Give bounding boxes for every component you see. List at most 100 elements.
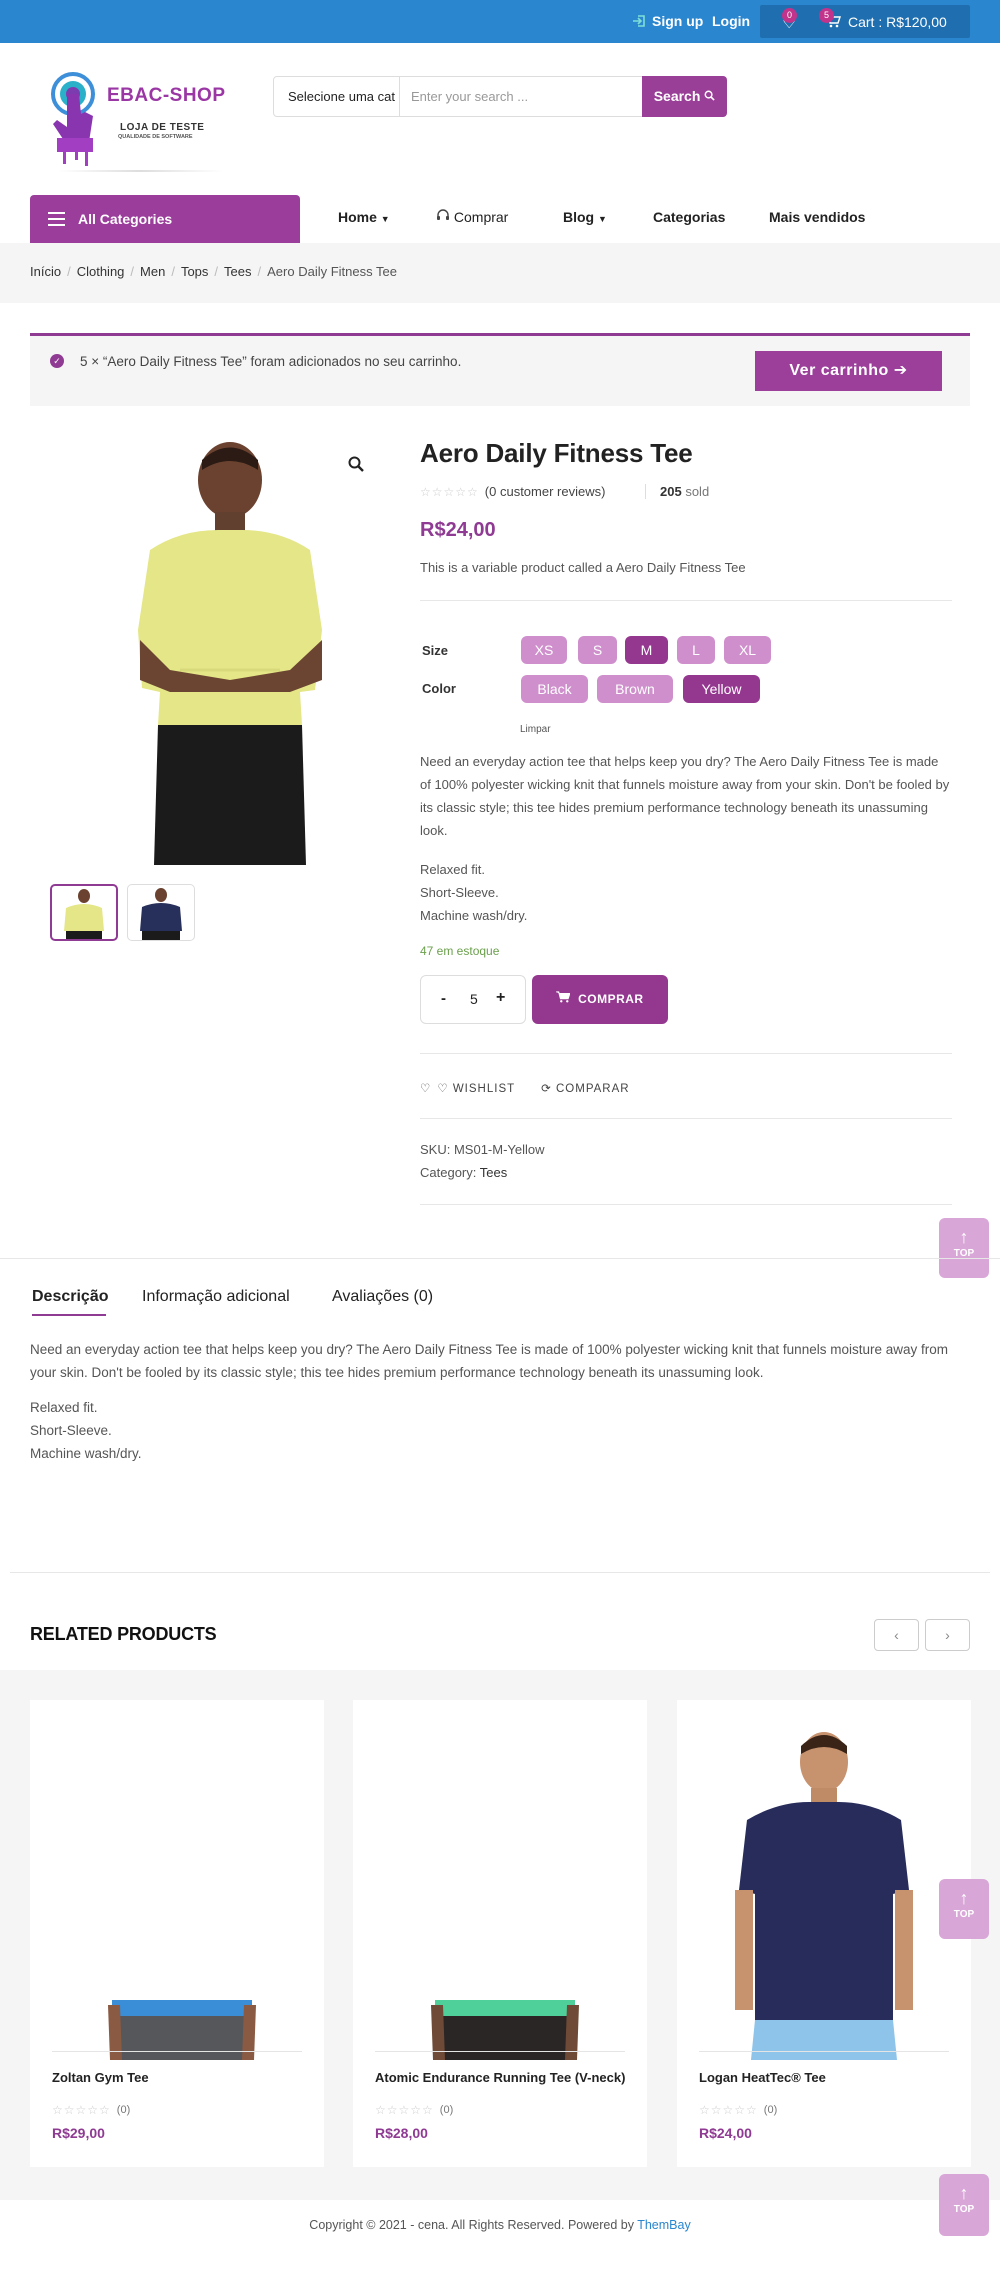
- product-card-price: R$29,00: [52, 2125, 105, 2141]
- feature-item: Short-Sleeve.: [30, 1423, 112, 1438]
- add-to-cart-button[interactable]: COMPRAR: [532, 975, 668, 1024]
- product-features: Relaxed fit. Short-Sleeve. Machine wash/…: [420, 858, 527, 927]
- product-card[interactable]: Logan HeatTec® Tee ☆☆☆☆☆ (0) R$24,00: [677, 1700, 971, 2167]
- star-rating-icon: ☆☆☆☆☆: [52, 2103, 111, 2117]
- refresh-icon: ⟳: [541, 1083, 552, 1095]
- breadcrumb-inicio[interactable]: Início: [30, 264, 61, 279]
- check-icon: ✓: [50, 354, 64, 368]
- signup-link[interactable]: Sign up: [632, 13, 703, 29]
- color-option-brown[interactable]: Brown: [597, 675, 673, 703]
- compare-link[interactable]: ⟳ COMPARAR: [541, 1081, 629, 1095]
- logo-icon[interactable]: [45, 72, 105, 172]
- product-rating: ☆☆☆☆☆ (0 customer reviews): [420, 484, 605, 499]
- tab-avaliacoes[interactable]: Avaliações (0): [332, 1288, 433, 1306]
- short-description: This is a variable product called a Aero…: [420, 560, 746, 575]
- back-to-top-button[interactable]: ↑ TOP: [939, 2174, 989, 2236]
- sold-count: 205 sold: [645, 484, 709, 499]
- thembay-link[interactable]: ThemBay: [637, 2218, 691, 2232]
- search-button[interactable]: Search: [642, 76, 727, 117]
- product-thumbnail-navy[interactable]: [127, 884, 195, 941]
- product-card[interactable]: Atomic Endurance Running Tee (V-neck) ☆☆…: [353, 1700, 647, 2167]
- quantity-value[interactable]: 5: [470, 991, 478, 1007]
- product-title: Aero Daily Fitness Tee: [420, 438, 693, 468]
- search-bar: Selecione uma cat Search: [273, 76, 727, 117]
- copyright: Copyright © 2021 - cena. All Rights Rese…: [309, 2218, 691, 2232]
- chevron-left-icon: ‹: [894, 1627, 899, 1643]
- star-rating-icon: ☆☆☆☆☆: [420, 484, 479, 499]
- quantity-stepper: - 5 +: [420, 975, 526, 1024]
- cart-icon: [556, 991, 574, 1006]
- wishlist-link[interactable]: ♡ WISHLIST: [437, 1081, 515, 1095]
- wishlist-count-badge: 0: [782, 8, 797, 23]
- cart-box[interactable]: ♡ 0 5 Cart : R$120,00: [760, 5, 970, 38]
- view-cart-button[interactable]: Ver carrinho ➔: [755, 351, 942, 391]
- product-card-rating: ☆☆☆☆☆ (0): [375, 2103, 454, 2117]
- product-card-image[interactable]: [373, 1720, 627, 2060]
- nav-home[interactable]: Home ▼: [338, 209, 390, 225]
- cart-total[interactable]: Cart : R$120,00: [848, 14, 947, 30]
- feature-item: Machine wash/dry.: [420, 908, 528, 923]
- menu-icon: [48, 212, 65, 226]
- login-link[interactable]: Login: [712, 13, 750, 29]
- product-main-image[interactable]: [110, 430, 350, 865]
- feature-item: Short-Sleeve.: [420, 885, 499, 900]
- tab-features: Relaxed fit. Short-Sleeve. Machine wash/…: [30, 1396, 142, 1465]
- nav-mais-vendidos[interactable]: Mais vendidos: [769, 209, 865, 225]
- tab-descricao[interactable]: Descrição: [32, 1288, 109, 1306]
- breadcrumb-clothing[interactable]: Clothing: [77, 264, 125, 279]
- carousel-next-button[interactable]: ›: [925, 1619, 970, 1651]
- nav-blog[interactable]: Blog ▼: [563, 209, 607, 225]
- product-card-name[interactable]: Atomic Endurance Running Tee (V-neck): [375, 2070, 625, 2085]
- category-link[interactable]: Tees: [480, 1165, 507, 1180]
- breadcrumb-men[interactable]: Men: [140, 264, 165, 279]
- tab-informacao-adicional[interactable]: Informação adicional: [142, 1288, 290, 1306]
- product-card-name[interactable]: Logan HeatTec® Tee: [699, 2070, 826, 2085]
- quantity-decrease-button[interactable]: -: [441, 990, 446, 1007]
- nav-comprar[interactable]: Comprar: [436, 209, 508, 225]
- product-card-name[interactable]: Zoltan Gym Tee: [52, 2070, 149, 2085]
- breadcrumb-tops[interactable]: Tops: [181, 264, 208, 279]
- product-thumbnail-yellow[interactable]: [50, 884, 118, 941]
- size-option-m[interactable]: M: [625, 636, 668, 664]
- divider: [420, 1053, 952, 1054]
- size-option-xs[interactable]: XS: [521, 636, 567, 664]
- search-button-label: Search: [653, 88, 701, 104]
- back-to-top-button[interactable]: ↑ TOP: [939, 1218, 989, 1278]
- clear-selection-link[interactable]: Limpar: [520, 724, 551, 735]
- color-label: Color: [422, 681, 456, 696]
- brand-subtagline: QUALIDADE DE SOFTWARE: [118, 134, 193, 140]
- star-rating-icon: ☆☆☆☆☆: [699, 2103, 758, 2117]
- product-card-image[interactable]: [697, 1720, 951, 2060]
- top-bar: Sign up Login ♡ 0 5 Cart : R$120,00: [0, 0, 1000, 43]
- color-option-yellow[interactable]: Yellow: [683, 675, 760, 703]
- product-card-price: R$24,00: [699, 2125, 752, 2141]
- category-select[interactable]: Selecione uma cat: [274, 77, 400, 116]
- feature-item: Relaxed fit.: [30, 1400, 98, 1415]
- product-card-rating: ☆☆☆☆☆ (0): [699, 2103, 778, 2117]
- zoom-icon[interactable]: [347, 455, 365, 478]
- size-option-l[interactable]: L: [677, 636, 715, 664]
- product-card[interactable]: Zoltan Gym Tee ☆☆☆☆☆ (0) R$29,00: [30, 1700, 324, 2167]
- color-option-black[interactable]: Black: [521, 675, 588, 703]
- search-input[interactable]: [401, 77, 641, 116]
- carousel-prev-button[interactable]: ‹: [874, 1619, 919, 1651]
- nav-categorias[interactable]: Categorias: [653, 209, 725, 225]
- size-option-xl[interactable]: XL: [724, 636, 771, 664]
- breadcrumb-current: Aero Daily Fitness Tee: [267, 264, 397, 279]
- heart-icon[interactable]: ♡: [420, 1081, 431, 1095]
- arrow-up-icon: ↑: [959, 1227, 969, 1247]
- product-card-image[interactable]: [50, 1720, 304, 2060]
- reviews-link[interactable]: (0 customer reviews): [485, 484, 606, 499]
- back-to-top-button[interactable]: ↑ TOP: [939, 1879, 989, 1939]
- size-option-s[interactable]: S: [578, 636, 617, 664]
- quantity-increase-button[interactable]: +: [496, 989, 505, 1007]
- breadcrumb-tees[interactable]: Tees: [224, 264, 251, 279]
- cart-notice-message: 5 × “Aero Daily Fitness Tee” foram adici…: [80, 354, 462, 369]
- breadcrumb: Início / Clothing / Men / Tops / Tees / Aero …: [30, 264, 397, 279]
- product-description: Need an everyday action tee that helps k…: [420, 754, 950, 838]
- all-categories-button[interactable]: All Categories: [30, 195, 300, 243]
- caret-down-icon: ▼: [598, 214, 607, 224]
- logo-underline: [58, 170, 223, 172]
- feature-item: Relaxed fit.: [420, 862, 486, 877]
- product-card-price: R$28,00: [375, 2125, 428, 2141]
